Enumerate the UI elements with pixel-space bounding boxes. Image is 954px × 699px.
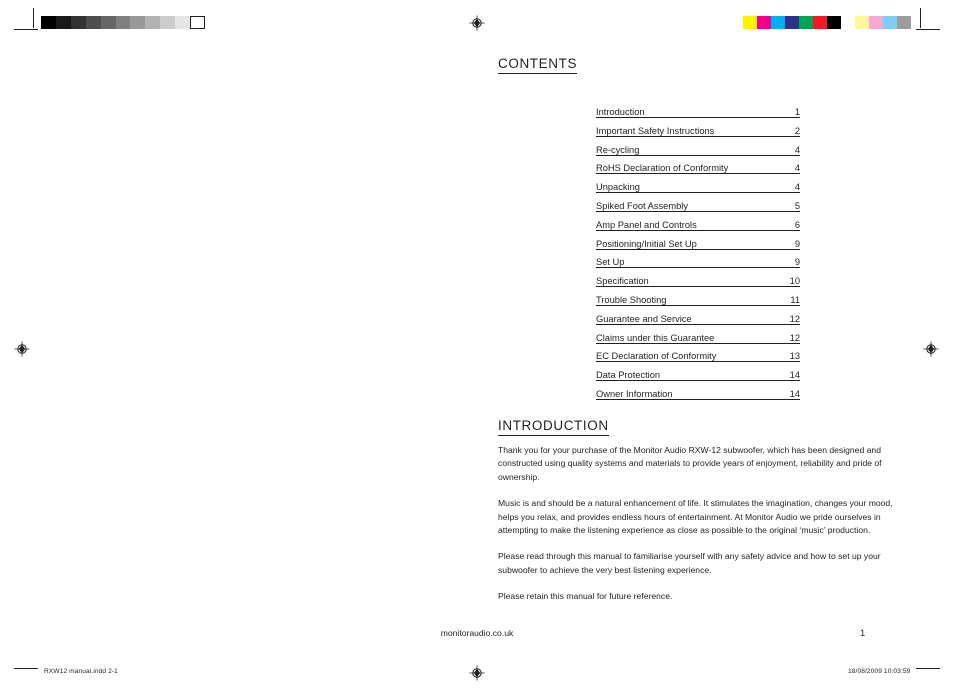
- toc-entry-page: 4: [793, 144, 800, 155]
- toc-entry[interactable]: RoHS Declaration of Conformity 4: [596, 162, 800, 181]
- table-of-contents: Introduction 1 Important Safety Instruct…: [596, 106, 800, 407]
- toc-entry-label: Claims under this Guarantee: [596, 332, 716, 343]
- print-timestamp: 18/08/2009 10:03:59: [848, 668, 911, 675]
- toc-entry[interactable]: Spiked Foot Assembly 5: [596, 200, 800, 219]
- toc-leader-rule: [596, 342, 800, 344]
- toc-leader-rule: [596, 380, 800, 382]
- toc-leader-rule: [596, 229, 800, 231]
- introduction-body: Thank you for your purchase of the Monit…: [498, 444, 894, 617]
- toc-leader-rule: [596, 210, 800, 212]
- toc-entry[interactable]: Amp Panel and Controls 6: [596, 219, 800, 238]
- toc-leader-rule: [596, 267, 800, 269]
- toc-entry-page: 9: [793, 257, 800, 268]
- toc-entry-label: Positioning/Initial Set Up: [596, 238, 698, 249]
- toc-leader-rule: [596, 398, 800, 400]
- intro-paragraph: Please read through this manual to famil…: [498, 551, 881, 575]
- toc-leader-rule: [596, 323, 800, 325]
- toc-entry[interactable]: Important Safety Instructions 2: [596, 125, 800, 144]
- toc-entry-page: 9: [793, 238, 800, 249]
- toc-entry-page: 2: [793, 125, 800, 136]
- toc-entry[interactable]: Specification 10: [596, 275, 800, 294]
- toc-leader-rule: [596, 286, 800, 288]
- toc-entry-page: 14: [788, 370, 800, 381]
- toc-entry-label: Spiked Foot Assembly: [596, 200, 689, 211]
- toc-entry[interactable]: Positioning/Initial Set Up 9: [596, 238, 800, 257]
- contents-heading: CONTENTS: [498, 56, 578, 74]
- intro-paragraph: Please retain this manual for future ref…: [498, 591, 673, 602]
- toc-entry-label: Data Protection: [596, 370, 662, 381]
- toc-entry-page: 13: [788, 351, 800, 362]
- toc-entry-label: EC Declaration of Conformity: [596, 351, 718, 362]
- toc-entry-page: 1: [793, 107, 800, 117]
- toc-entry-label: Important Safety Instructions: [596, 125, 716, 136]
- toc-entry-page: 14: [788, 388, 800, 399]
- toc-entry[interactable]: Guarantee and Service 12: [596, 313, 800, 332]
- toc-entry-page: 10: [788, 276, 800, 287]
- toc-entry[interactable]: Re-cycling 4: [596, 144, 800, 163]
- toc-entry-label: Set Up: [596, 257, 626, 268]
- intro-paragraph: Music is and should be a natural enhance…: [498, 498, 893, 536]
- toc-entry-label: Owner Information: [596, 388, 674, 399]
- manual-page: CONTENTS Introduction 1 Important Safety…: [0, 0, 954, 699]
- toc-entry-page: 12: [788, 313, 800, 324]
- toc-entry-label: Unpacking: [596, 182, 641, 193]
- toc-entry-page: 5: [793, 200, 800, 211]
- toc-entry[interactable]: Data Protection 14: [596, 369, 800, 388]
- toc-leader-rule: [596, 248, 800, 250]
- toc-entry[interactable]: EC Declaration of Conformity 13: [596, 350, 800, 369]
- introduction-heading: INTRODUCTION: [498, 418, 609, 436]
- toc-entry-label: Amp Panel and Controls: [596, 219, 698, 230]
- toc-leader-rule: [596, 173, 800, 175]
- toc-entry-label: Specification: [596, 276, 650, 287]
- toc-entry-label: Trouble Shooting: [596, 294, 668, 305]
- footer-page-number: 1: [860, 628, 866, 638]
- toc-leader-rule: [596, 304, 800, 306]
- toc-leader-rule: [596, 192, 800, 194]
- toc-entry[interactable]: Trouble Shooting 11: [596, 294, 800, 313]
- toc-entry-page: 11: [789, 294, 800, 305]
- toc-entry[interactable]: Introduction 1: [596, 106, 800, 125]
- toc-entry-page: 4: [793, 182, 800, 193]
- toc-leader-rule: [596, 154, 800, 156]
- toc-entry[interactable]: Unpacking 4: [596, 181, 800, 200]
- toc-entry-page: 6: [793, 219, 800, 230]
- toc-entry-label: RoHS Declaration of Conformity: [596, 163, 730, 174]
- toc-leader-rule: [596, 135, 800, 137]
- toc-entry[interactable]: Claims under this Guarantee 12: [596, 332, 800, 351]
- toc-entry-page: 4: [793, 163, 800, 174]
- toc-entry-label: Re-cycling: [596, 144, 641, 155]
- toc-entry-page: 12: [788, 332, 800, 343]
- intro-paragraph: Thank you for your purchase of the Monit…: [498, 445, 882, 482]
- toc-entry-label: Guarantee and Service: [596, 313, 693, 324]
- toc-leader-rule: [596, 117, 800, 118]
- print-file-name: RXW12 manual.indd 2-1: [44, 668, 118, 675]
- footer-website-url: monitoraudio.co.uk: [440, 628, 514, 638]
- toc-entry[interactable]: Set Up 9: [596, 256, 800, 275]
- toc-entry-label: Introduction: [596, 107, 646, 117]
- toc-leader-rule: [596, 361, 800, 363]
- toc-entry[interactable]: Owner Information 14: [596, 388, 800, 407]
